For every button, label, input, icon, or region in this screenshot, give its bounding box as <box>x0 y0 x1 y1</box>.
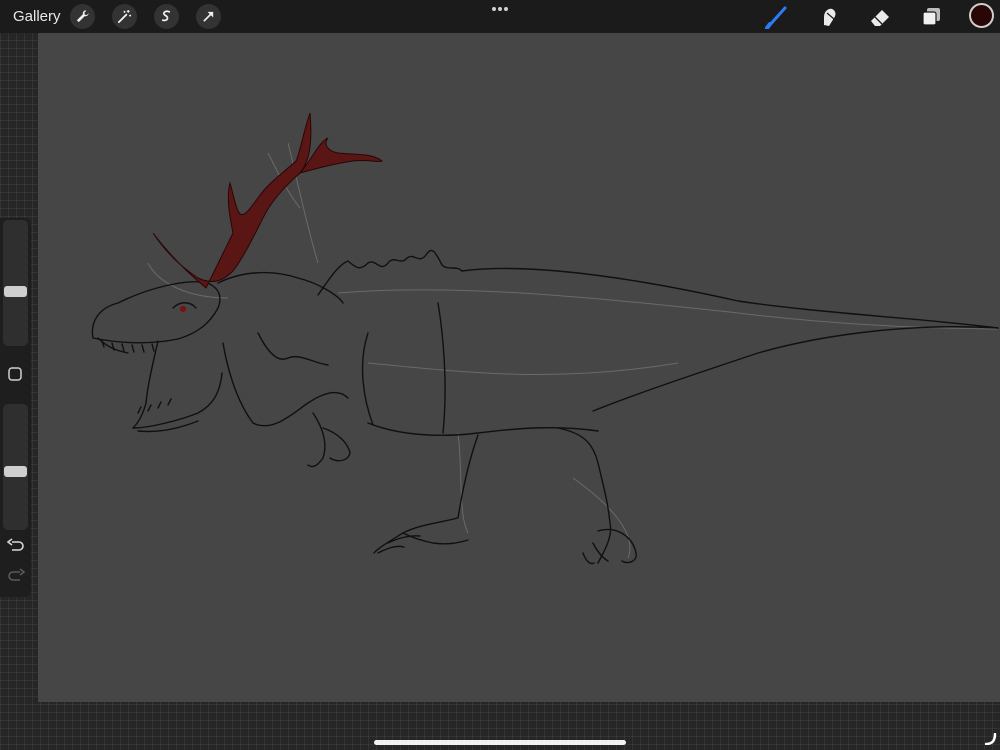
selection-icon[interactable] <box>154 4 179 29</box>
more-dots-icon[interactable] <box>489 3 511 15</box>
left-sidebar <box>0 218 31 597</box>
top-toolbar: Gallery <box>0 0 1000 33</box>
transform-icon[interactable] <box>196 4 221 29</box>
undo-icon[interactable] <box>7 538 25 554</box>
home-indicator[interactable] <box>374 740 626 745</box>
brush-size-slider[interactable] <box>3 220 28 346</box>
brush-size-thumb[interactable] <box>4 286 27 297</box>
quickmenu-corner-icon[interactable] <box>985 733 997 745</box>
redo-icon[interactable] <box>7 568 25 584</box>
eraser-icon[interactable] <box>868 5 892 29</box>
drawing-canvas[interactable] <box>38 33 1000 702</box>
smudge-icon[interactable] <box>818 5 842 29</box>
brush-icon[interactable] <box>765 5 789 29</box>
layers-icon[interactable] <box>920 5 944 29</box>
gallery-button[interactable]: Gallery <box>13 8 61 25</box>
dinosaur-sketch <box>91 112 999 565</box>
opacity-slider[interactable] <box>3 404 28 530</box>
color-picker-swatch[interactable] <box>969 3 994 28</box>
magic-wand-icon[interactable] <box>112 4 137 29</box>
wrench-icon[interactable] <box>70 4 95 29</box>
opacity-thumb[interactable] <box>4 466 27 477</box>
square-modifier-icon[interactable] <box>8 367 22 381</box>
